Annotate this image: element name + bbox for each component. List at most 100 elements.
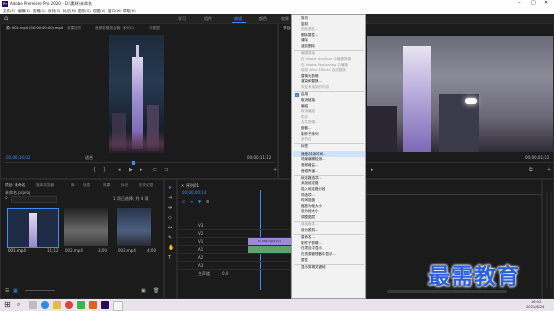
context-menu-item[interactable]: 制作子剪辑...	[301, 241, 322, 246]
close-icon[interactable]: ✕	[181, 183, 184, 188]
project-item-name[interactable]: 003.mp4	[118, 248, 136, 253]
icon-view-icon[interactable]: ▦	[13, 288, 18, 294]
media-player-icon[interactable]	[89, 301, 97, 309]
context-menu-item[interactable]: 显示剪辑关键帧	[301, 265, 326, 270]
context-menu-item[interactable]: 设为帧大小	[301, 209, 319, 214]
tab-media-browser[interactable]: 媒体浏览器	[36, 183, 54, 188]
tab-effect-controls[interactable]: 效果控件	[67, 26, 81, 31]
context-menu-item[interactable]: 添加帧定格	[301, 181, 319, 186]
step-forward-icon[interactable]: ▸	[140, 167, 143, 173]
pen-tool-icon[interactable]: ✎	[168, 235, 172, 241]
windows-start-icon[interactable]: ⊞	[4, 300, 11, 309]
context-menu-item[interactable]: 标签	[301, 144, 308, 149]
premiere-taskbar-icon[interactable]	[101, 301, 109, 309]
track-v2[interactable]: V2	[178, 230, 292, 238]
workspace-assembly[interactable]: 组件	[204, 16, 212, 22]
play-icon[interactable]: ▶	[129, 167, 133, 173]
context-menu-item[interactable]: 插入帧定格分段	[301, 187, 326, 192]
step-back-icon[interactable]: ◂	[118, 167, 121, 173]
track-v1[interactable]: V1 fx 001.mp4 [V]	[178, 238, 292, 246]
minimize-button[interactable]: –	[518, 0, 521, 6]
app-icon[interactable]	[113, 301, 123, 311]
context-menu-item[interactable]: 调整图层	[301, 215, 315, 220]
project-item-name[interactable]: 002.mp4	[65, 248, 83, 253]
project-search-input[interactable]	[11, 196, 57, 203]
tab-source[interactable]: 源: 001.mp4 (00:00:00:00).mp4	[6, 26, 63, 31]
linked-selection-icon[interactable]: ∞	[190, 199, 193, 204]
audio-clip[interactable]	[248, 246, 292, 253]
context-menu-item[interactable]: 复制	[301, 22, 308, 27]
source-fit-dropdown[interactable]: 适合	[85, 155, 93, 161]
tab-audio-mixer[interactable]: 音频剪辑混合器: 序列01	[95, 26, 134, 31]
home-icon[interactable]: ⌂	[4, 15, 11, 22]
context-menu-item[interactable]: 属性	[301, 258, 308, 263]
context-menu-item[interactable]: 帧定格选项...	[301, 176, 322, 181]
slip-tool-icon[interactable]: ↔	[168, 225, 172, 231]
tab-info[interactable]: 信息	[83, 183, 90, 188]
tab-libraries[interactable]: 库	[71, 183, 75, 188]
program-export-frame-icon[interactable]: ⧉	[529, 167, 533, 173]
search-icon[interactable]: ⌕	[17, 301, 20, 309]
context-menu-item[interactable]: 制作子序列	[301, 132, 319, 137]
folder-icon[interactable]	[53, 301, 61, 309]
context-menu-item[interactable]: 取消链接	[301, 98, 315, 103]
track-select-tool-icon[interactable]: ⇥	[168, 195, 172, 201]
type-tool-icon[interactable]: T	[168, 255, 171, 261]
mark-in-icon[interactable]: {	[93, 167, 96, 173]
mark-out-icon[interactable]: }	[103, 167, 106, 173]
tab-effects[interactable]: 效果	[103, 183, 110, 188]
context-menu-item[interactable]: 设为脱机...	[301, 228, 318, 233]
list-view-icon[interactable]: ☰	[5, 288, 9, 294]
settings-icon[interactable]: ⚙	[206, 199, 210, 204]
track-master[interactable]: 主声道 0.0	[178, 270, 292, 277]
maximize-button[interactable]: □	[531, 0, 536, 6]
workspace-color[interactable]: 颜色	[259, 16, 267, 22]
timeline-timecode[interactable]: 00;00;00;14	[182, 190, 206, 195]
razor-tool-icon[interactable]: ◇	[168, 215, 172, 221]
time-ruler[interactable]	[367, 190, 543, 195]
context-menu-item[interactable]: 波纹删除	[301, 44, 315, 49]
context-menu-item[interactable]: 编组	[301, 104, 308, 109]
program-step-forward-icon[interactable]: ▸	[371, 167, 374, 173]
tab-metadata[interactable]: 元数据	[149, 26, 160, 31]
ripple-edit-tool-icon[interactable]: ⇹	[168, 205, 172, 211]
track-v3[interactable]: V3	[178, 222, 292, 230]
tab-sequence[interactable]: 序列01	[186, 183, 199, 189]
tab-project[interactable]: 项目: 未命名	[5, 183, 25, 188]
context-menu-item[interactable]: 在资源管理器中显示...	[301, 252, 336, 257]
track-a1[interactable]: A1	[178, 246, 292, 254]
source-timecode[interactable]: 00;00;14;02	[6, 155, 30, 160]
snap-icon[interactable]: ⊂	[182, 199, 185, 204]
context-menu-item[interactable]: 重命名...	[301, 235, 315, 240]
insert-icon[interactable]: ⊏	[153, 167, 157, 173]
add-button-icon[interactable]: +	[273, 167, 277, 173]
wechat-icon[interactable]	[77, 301, 85, 309]
trash-icon[interactable]: 🗑	[153, 288, 159, 294]
context-menu-item[interactable]: 嵌套...	[301, 126, 311, 131]
workspace-learn[interactable]: 学习	[178, 16, 186, 22]
project-item-name[interactable]: 001.mp4	[8, 248, 26, 253]
program-time-ruler[interactable]	[367, 162, 553, 166]
context-menu-item[interactable]: 速度/持续时间...	[301, 152, 327, 157]
context-menu-item[interactable]: 清除	[301, 38, 308, 43]
zoom-slider[interactable]	[25, 290, 55, 291]
context-menu-item[interactable]: 渲染和替换...	[301, 79, 322, 84]
selection-tool-icon[interactable]: ➤	[168, 185, 172, 191]
tab-history[interactable]: 历史记录	[139, 183, 153, 188]
context-menu-item[interactable]: 时间插值	[301, 198, 315, 203]
context-menu-item[interactable]: 音频声道...	[301, 169, 318, 174]
project-item-thumbnail[interactable]	[7, 208, 59, 248]
track-a2[interactable]: A2	[178, 254, 292, 262]
overwrite-icon[interactable]: ⊐	[164, 167, 168, 173]
project-item-thumbnail[interactable]	[117, 208, 151, 246]
new-item-icon[interactable]: ▣	[141, 288, 146, 294]
chrome-icon[interactable]	[65, 301, 73, 309]
tab-markers[interactable]: 标记	[121, 183, 128, 188]
context-menu-item[interactable]: 启用	[301, 92, 308, 97]
hand-tool-icon[interactable]: ✋	[168, 245, 174, 251]
context-menu-item[interactable]: 音频增益...	[301, 163, 318, 168]
close-button[interactable]: ✕	[544, 0, 548, 6]
project-item-thumbnail[interactable]	[64, 208, 108, 246]
source-playhead[interactable]	[132, 161, 135, 165]
browser-icon[interactable]	[41, 301, 49, 309]
